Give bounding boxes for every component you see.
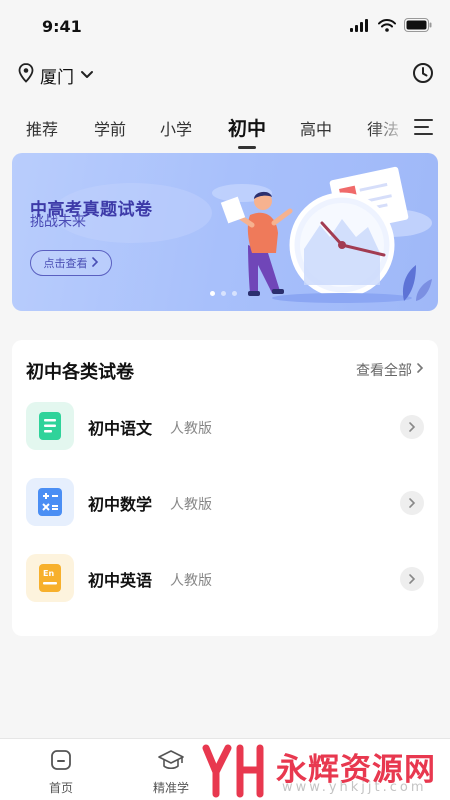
chevron-right-icon <box>91 256 99 270</box>
location-selector[interactable]: 厦门 <box>18 62 94 88</box>
location-pin-icon <box>18 62 34 88</box>
exam-papers-card: 初中各类试卷 查看全部 初中语文 人教版 初中数学 人教版 En 初中英语 人教… <box>12 340 438 636</box>
subject-name: 初中数学 <box>88 495 153 514</box>
list-item-english[interactable]: En 初中英语 人教版 <box>12 554 438 604</box>
svg-text:En: En <box>43 569 54 578</box>
watermark-url: www.yhkjjt.com <box>282 780 427 795</box>
tab-senior-high[interactable]: 高中 <box>300 116 332 140</box>
carousel-dot <box>210 291 215 296</box>
location-bar: 厦门 <box>0 56 450 94</box>
edition-label: 人教版 <box>170 497 212 513</box>
math-book-icon <box>26 478 74 526</box>
status-icons <box>350 17 432 36</box>
city-label: 厦门 <box>40 67 74 88</box>
history-clock-icon[interactable] <box>412 62 434 88</box>
category-tabs: 推荐 学前 小学 初中 高中 律法 <box>0 108 450 152</box>
chevron-right-icon[interactable] <box>400 415 424 439</box>
nav-home-label: 首页 <box>48 781 73 795</box>
view-all-label: 查看全部 <box>356 363 412 379</box>
signal-icon <box>350 17 370 36</box>
status-bar: 9:41 <box>0 0 450 52</box>
edition-label: 人教版 <box>170 421 212 437</box>
english-book-icon: En <box>26 554 74 602</box>
tab-primary[interactable]: 小学 <box>160 116 192 140</box>
banner-subtitle: 挑战未来 <box>30 214 86 230</box>
tabs-fade <box>370 108 410 148</box>
chevron-down-icon <box>80 65 94 85</box>
menu-icon[interactable] <box>414 118 434 140</box>
carousel-dot <box>221 291 226 296</box>
banner-view-label: 点击查看 <box>43 257 88 270</box>
wifi-icon <box>378 17 396 36</box>
watermark: 永辉资源网 www.yhkjjt.com <box>196 742 450 800</box>
banner-view-button[interactable]: 点击查看 <box>30 250 112 276</box>
subject-name: 初中英语 <box>88 571 153 590</box>
watermark-logo <box>200 742 272 800</box>
chevron-right-icon[interactable] <box>400 567 424 591</box>
chinese-book-icon <box>26 402 74 450</box>
list-item-math[interactable]: 初中数学 人教版 <box>12 478 438 528</box>
active-tab-indicator <box>238 146 256 149</box>
carousel-dot <box>232 291 237 296</box>
tab-junior-high[interactable]: 初中 <box>228 114 266 141</box>
edition-label: 人教版 <box>170 573 212 589</box>
tab-preschool[interactable]: 学前 <box>94 116 126 140</box>
home-icon <box>50 750 72 775</box>
carousel-indicator <box>210 291 237 296</box>
view-all-link[interactable]: 查看全部 <box>356 360 424 380</box>
subject-name: 初中语文 <box>88 419 153 438</box>
graduation-cap-icon <box>158 750 184 775</box>
list-item-chinese[interactable]: 初中语文 人教版 <box>12 402 438 452</box>
battery-icon <box>404 17 432 36</box>
chevron-right-icon[interactable] <box>400 491 424 515</box>
status-time: 9:41 <box>42 16 82 36</box>
banner-illustration <box>52 166 432 303</box>
nav-home[interactable]: 首页 <box>26 749 96 796</box>
chevron-right-icon <box>416 362 424 378</box>
section-title: 初中各类试卷 <box>26 362 134 383</box>
promo-banner[interactable]: 中高考真题试卷 挑战未来 点击查看 <box>12 153 438 311</box>
tab-recommend[interactable]: 推荐 <box>26 116 58 140</box>
